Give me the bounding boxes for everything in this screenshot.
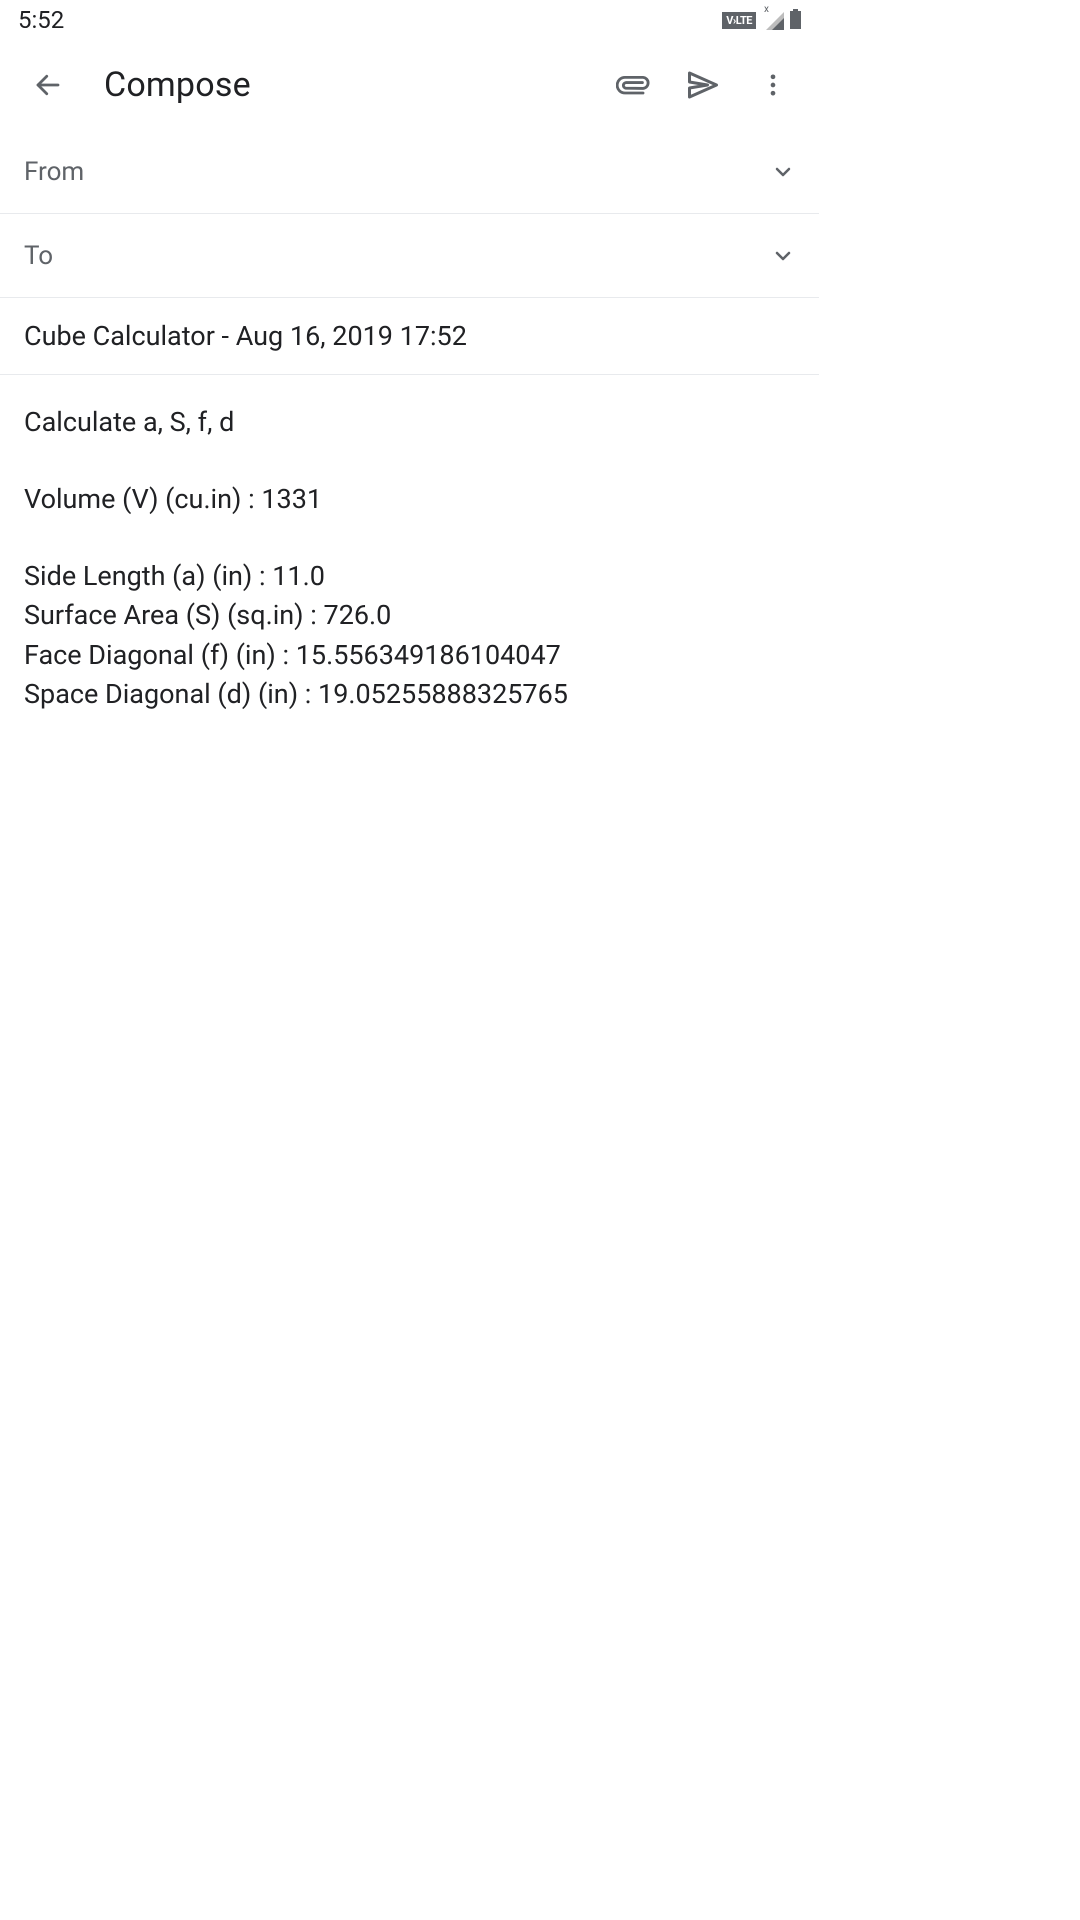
page-title: Compose: [104, 65, 611, 105]
back-arrow-icon: [33, 70, 63, 100]
battery-icon: [790, 11, 801, 29]
from-label: From: [24, 157, 771, 187]
compose-toolbar: Compose: [0, 40, 819, 130]
back-button[interactable]: [24, 61, 72, 109]
attach-button[interactable]: [611, 63, 655, 107]
status-time: 5:52: [18, 6, 64, 34]
more-button[interactable]: [751, 63, 795, 107]
from-expand-button[interactable]: [771, 160, 795, 184]
to-field[interactable]: To: [0, 214, 819, 298]
email-body[interactable]: Calculate a, S, f, d Volume (V) (cu.in) …: [0, 375, 819, 742]
more-vert-icon: [759, 71, 787, 99]
body-line: Volume (V) (cu.in) : 1331: [24, 480, 795, 519]
body-line: Surface Area (S) (sq.in) : 726.0: [24, 596, 795, 635]
to-expand-button[interactable]: [771, 244, 795, 268]
to-label: To: [24, 241, 771, 271]
body-line: Side Length (a) (in) : 11.0: [24, 557, 795, 596]
toolbar-actions: [611, 63, 803, 107]
send-button[interactable]: [681, 63, 725, 107]
subject-text: Cube Calculator - Aug 16, 2019 17:52: [24, 320, 795, 352]
paperclip-icon: [616, 68, 650, 102]
body-line: Face Diagonal (f) (in) : 15.556349186104…: [24, 636, 795, 675]
status-icons: V›LTE x: [722, 10, 801, 30]
body-line: Calculate a, S, f, d: [24, 403, 795, 442]
signal-icon: x: [762, 10, 784, 30]
volte-icon: V›LTE: [722, 12, 756, 29]
chevron-down-icon: [771, 244, 795, 268]
send-icon: [685, 67, 721, 103]
subject-field[interactable]: Cube Calculator - Aug 16, 2019 17:52: [0, 298, 819, 375]
status-bar: 5:52 V›LTE x: [0, 0, 819, 40]
body-line: Space Diagonal (d) (in) : 19.05255888325…: [24, 675, 795, 714]
from-field[interactable]: From: [0, 130, 819, 214]
chevron-down-icon: [771, 160, 795, 184]
